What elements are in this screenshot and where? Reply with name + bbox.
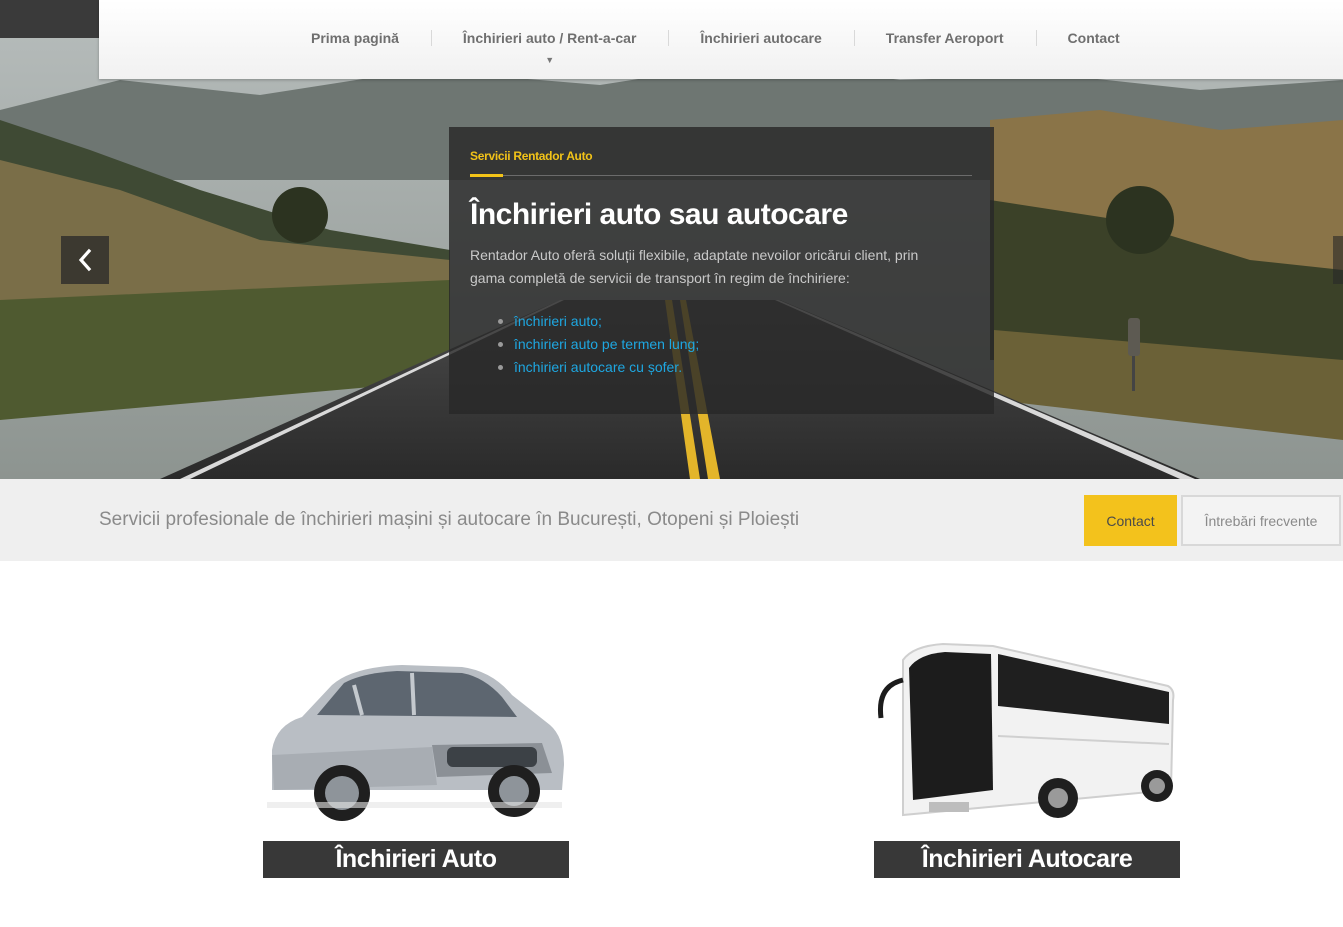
nav-item-home[interactable]: Prima pagină	[279, 28, 431, 48]
hero-divider-accent	[470, 174, 503, 177]
nav-item-coaches-label[interactable]: Închirieri autocare	[700, 30, 821, 46]
slider-next-button[interactable]	[1333, 236, 1343, 284]
service-coach[interactable]: Închirieri Autocare	[873, 640, 1180, 878]
hero-divider	[470, 174, 972, 177]
caret-down-icon[interactable]: ▼	[545, 50, 554, 70]
nav-item-contact-label[interactable]: Contact	[1068, 30, 1120, 46]
contact-button[interactable]: Contact	[1084, 495, 1177, 546]
service-auto-label[interactable]: Închirieri Auto	[263, 841, 569, 878]
nav-item-rent-a-car[interactable]: Închirieri auto / Rent-a-car ▼	[430, 28, 668, 65]
faq-button[interactable]: Întrebări frecvente	[1181, 495, 1341, 546]
callout-tagline: Servicii profesionale de închirieri mași…	[99, 509, 800, 530]
hero-link-long-term[interactable]: închirieri auto pe termen lung;	[498, 333, 972, 356]
nav-item-home-label[interactable]: Prima pagină	[311, 30, 399, 46]
hero-title: Închirieri auto sau autocare	[470, 198, 848, 231]
main-navigation: Prima pagină Închirieri auto / Rent-a-ca…	[99, 0, 1343, 79]
hero-eyebrow: Servicii Rentador Auto	[470, 149, 593, 163]
service-auto[interactable]: Închirieri Auto	[262, 655, 569, 878]
nav-item-coaches[interactable]: Închirieri autocare	[668, 28, 853, 48]
callout-bar: Servicii profesionale de închirieri mași…	[0, 479, 1343, 561]
logo-block[interactable]	[0, 0, 99, 38]
nav-item-airport-transfer[interactable]: Transfer Aeroport	[853, 28, 1036, 48]
bus-image[interactable]	[873, 640, 1179, 830]
nav-item-airport-transfer-label[interactable]: Transfer Aeroport	[886, 30, 1004, 46]
slider-prev-button[interactable]	[61, 236, 109, 284]
car-image[interactable]	[262, 655, 568, 830]
chevron-left-icon	[78, 248, 92, 272]
hero-links: închirieri auto; închirieri auto pe term…	[498, 310, 972, 379]
hero-link-coach-driver[interactable]: închirieri autocare cu șofer.	[498, 356, 972, 379]
nav-item-rent-a-car-label[interactable]: Închirieri auto / Rent-a-car	[463, 30, 636, 46]
hero-text: Rentador Auto oferă soluții flexibile, a…	[470, 247, 919, 286]
nav-item-contact[interactable]: Contact	[1035, 28, 1152, 48]
hero-link-rent-auto[interactable]: închirieri auto;	[498, 310, 972, 333]
service-coach-label[interactable]: Închirieri Autocare	[874, 841, 1180, 878]
hero-caption: Servicii Rentador Auto Închirieri auto s…	[449, 127, 994, 414]
